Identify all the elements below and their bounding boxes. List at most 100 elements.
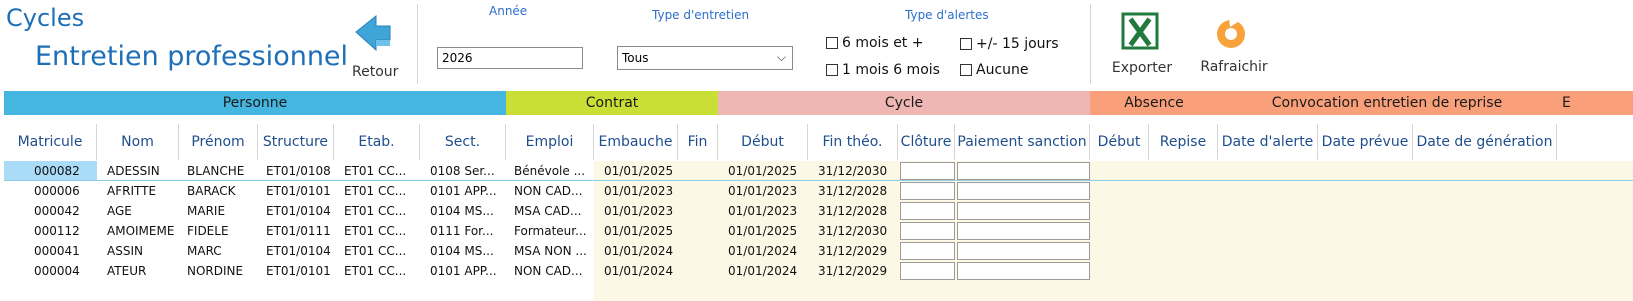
cell-emploi: NON CAD... (514, 184, 583, 198)
cell-etab: ET01 CC... (344, 244, 407, 258)
cell-embauche: 01/01/2023 (604, 204, 674, 218)
table-row[interactable]: 000042 AGE MARIE ET01/0104 ET01 CC... 0104 MS… (0, 201, 1633, 221)
alert-checkbox-6mois[interactable]: 6 mois et + (826, 35, 923, 51)
table-row[interactable]: 000041 ASSIN MARC ET01/0104 ET01 CC... 0104 M… (0, 241, 1633, 261)
exporter-button[interactable]: Exporter (1107, 10, 1177, 84)
col-date-prevue[interactable]: Date prévue (1318, 124, 1413, 160)
paiement-sanction-field[interactable] (957, 242, 1090, 260)
cell-matricule: 000042 (34, 204, 80, 218)
rafraichir-button[interactable]: Rafraichir (1197, 10, 1271, 84)
rafraichir-label: Rafraichir (1200, 59, 1268, 75)
cell-debut: 01/01/2024 (728, 244, 798, 258)
retour-label: Retour (352, 64, 399, 80)
paiement-sanction-field[interactable] (957, 162, 1090, 180)
alert-checkbox-15jours[interactable]: +/- 15 jours (960, 36, 1059, 52)
table-row[interactable]: 000082 ADESSIN BLANCHE ET01/0108 ET01 CC... 0… (0, 161, 1633, 181)
col-sect[interactable]: Sect. (420, 124, 506, 160)
cell-prenom: NORDINE (187, 264, 244, 278)
cloture-field[interactable] (900, 242, 955, 260)
table-row[interactable]: 000006 AFRITTE BARACK ET01/0101 ET01 CC... 01… (0, 181, 1633, 201)
cell-sect: 0101 APP... (430, 184, 497, 198)
cell-sect: 0111 For... (430, 224, 494, 238)
cell-debut: 01/01/2023 (728, 204, 798, 218)
cell-etab: ET01 CC... (344, 204, 407, 218)
col-matricule[interactable]: Matricule (4, 124, 97, 160)
checkbox-icon (826, 37, 838, 49)
col-structure[interactable]: Structure (258, 124, 334, 160)
annee-label: Année (489, 4, 528, 18)
cell-prenom: BARACK (187, 184, 236, 198)
type-entretien-select[interactable]: Tous ⌵ (617, 46, 793, 70)
separator (1090, 4, 1091, 84)
cell-fin (678, 221, 718, 241)
col-absence-debut[interactable]: Début (1090, 124, 1149, 160)
type-alertes-label: Type d'alertes (905, 8, 989, 22)
col-fin[interactable]: Fin (678, 124, 718, 160)
cell-etab: ET01 CC... (344, 164, 407, 178)
alert-checkbox-1mois6mois[interactable]: 1 mois 6 mois (826, 62, 940, 78)
col-date-generation[interactable]: Date de génération (1413, 124, 1557, 160)
cell-prenom: BLANCHE (187, 164, 245, 178)
type-entretien-value: Tous (622, 51, 649, 65)
cell-fin-theo: 31/12/2029 (818, 244, 888, 258)
cloture-field[interactable] (900, 222, 955, 240)
col-emploi[interactable]: Emploi (506, 124, 594, 160)
cell-emploi: NON CAD... (514, 264, 583, 278)
checkbox-icon (826, 64, 838, 76)
cell-nom: ASSIN (107, 244, 143, 258)
cell-fin (678, 181, 718, 201)
paiement-sanction-field[interactable] (957, 182, 1090, 200)
cell-embauche: 01/01/2024 (604, 244, 674, 258)
cell-nom: AMOIMEME (107, 224, 175, 238)
group-contrat: Contrat (506, 91, 718, 115)
cell-sect: 0104 MS... (430, 244, 494, 258)
cloture-field[interactable] (900, 262, 955, 280)
cloture-field[interactable] (900, 182, 955, 200)
alert-checkbox-aucune[interactable]: Aucune (960, 62, 1029, 78)
col-fin-theo[interactable]: Fin théo. (808, 124, 898, 160)
cell-emploi: MSA NON ... (514, 244, 587, 258)
col-prenom[interactable]: Prénom (179, 124, 258, 160)
cloture-field[interactable] (900, 162, 955, 180)
annee-input[interactable]: 2026 (437, 47, 583, 69)
cell-sect: 0108 Ser... (430, 164, 495, 178)
cell-fin-theo: 31/12/2028 (818, 204, 888, 218)
cell-nom: ADESSIN (107, 164, 160, 178)
cell-matricule: 000041 (34, 244, 80, 258)
cell-structure: ET01/0101 (266, 184, 331, 198)
cell-embauche: 01/01/2025 (604, 224, 674, 238)
cell-nom: ATEUR (107, 264, 147, 278)
paiement-sanction-field[interactable] (957, 222, 1090, 240)
refresh-icon (1217, 17, 1245, 48)
col-etab[interactable]: Etab. (334, 124, 420, 160)
cell-embauche: 01/01/2024 (604, 264, 674, 278)
col-date-alerte[interactable]: Date d'alerte (1218, 124, 1318, 160)
cell-structure: ET01/0104 (266, 244, 331, 258)
page-title: Cycles (6, 4, 85, 32)
col-repise[interactable]: Repise (1149, 124, 1218, 160)
cloture-field[interactable] (900, 202, 955, 220)
retour-button[interactable]: Retour (352, 8, 422, 84)
cell-structure: ET01/0104 (266, 204, 331, 218)
table-row[interactable]: 000112 AMOIMEME FIDELE ET01/0111 ET01 CC... 0… (0, 221, 1633, 241)
cell-debut: 01/01/2025 (728, 224, 798, 238)
col-nom[interactable]: Nom (97, 124, 179, 160)
cell-structure: ET01/0108 (266, 164, 331, 178)
cell-fin-theo: 31/12/2030 (818, 164, 888, 178)
cell-debut: 01/01/2024 (728, 264, 798, 278)
paiement-sanction-field[interactable] (957, 202, 1090, 220)
alert-label: Aucune (976, 62, 1029, 78)
cell-matricule: 000082 (34, 164, 80, 178)
group-e: E (1556, 91, 1633, 115)
checkbox-icon (960, 64, 972, 76)
cell-prenom: FIDELE (187, 224, 229, 238)
cell-prenom: MARC (187, 244, 222, 258)
col-embauche[interactable]: Embauche (594, 124, 678, 160)
col-paiement-sanction[interactable]: Paiement sanction (955, 124, 1090, 160)
paiement-sanction-field[interactable] (957, 262, 1090, 280)
col-debut[interactable]: Début (718, 124, 808, 160)
cell-structure: ET01/0111 (266, 224, 331, 238)
table-row[interactable]: 000004 ATEUR NORDINE ET01/0101 ET01 CC... 010… (0, 261, 1633, 281)
cell-debut: 01/01/2025 (728, 164, 798, 178)
col-cloture[interactable]: Clôture (898, 124, 955, 160)
